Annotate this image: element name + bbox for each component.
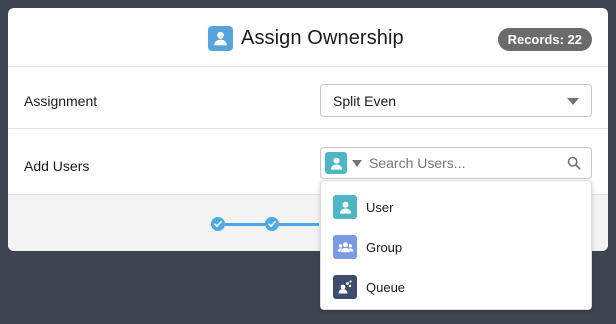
step-complete-icon <box>265 217 279 231</box>
page-title: Assign Ownership <box>241 27 404 49</box>
queue-icon <box>333 275 357 299</box>
group-icon <box>333 235 357 259</box>
dropdown-item-label: User <box>366 199 394 215</box>
add-users-label: Add Users <box>24 158 90 174</box>
search-icon[interactable] <box>567 156 581 175</box>
user-icon <box>208 26 233 51</box>
assignment-label: Assignment <box>24 93 98 109</box>
progress-line <box>279 222 319 226</box>
dropdown-item-user[interactable]: User <box>321 187 591 227</box>
chevron-down-icon <box>352 159 362 167</box>
progress-line <box>225 222 265 226</box>
dropdown-item-group[interactable]: Group <box>321 227 591 267</box>
modal-title-group: Assign Ownership <box>208 26 404 51</box>
assignment-row: Assignment Split Even <box>8 67 608 129</box>
user-icon <box>333 195 357 219</box>
chevron-down-icon <box>567 98 579 105</box>
user-lookup <box>320 147 592 179</box>
records-count-badge: Records: 22 <box>497 28 592 51</box>
progress-indicator <box>211 217 319 231</box>
dropdown-item-label: Group <box>366 239 403 255</box>
step-complete-icon <box>211 217 225 231</box>
entity-type-button[interactable] <box>325 152 362 174</box>
dropdown-item-label: Queue <box>366 279 406 295</box>
assignment-select[interactable]: Split Even <box>320 84 592 117</box>
search-users-input[interactable] <box>369 153 559 173</box>
modal-header: Assign Ownership Records: 22 <box>8 8 608 67</box>
user-icon <box>325 152 347 174</box>
assignment-select-value: Split Even <box>333 93 397 109</box>
dropdown-item-queue[interactable]: Queue <box>321 267 591 307</box>
entity-type-dropdown: User Group Queue <box>320 180 592 310</box>
